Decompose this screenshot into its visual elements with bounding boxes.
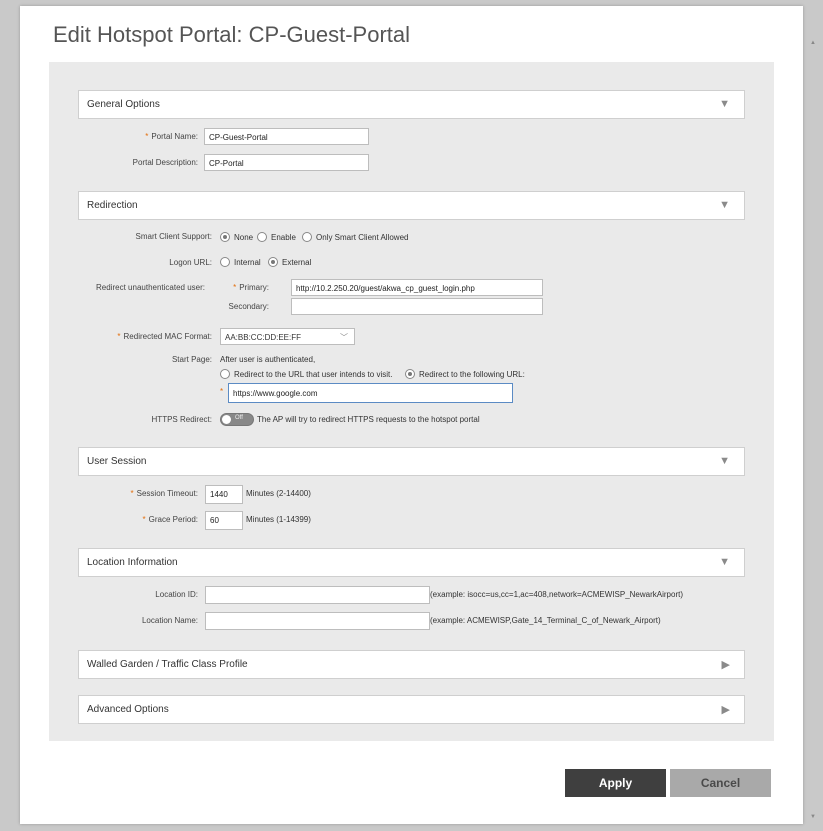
portal-name-input[interactable]: CP-Guest-Portal bbox=[204, 128, 369, 145]
smart-client-support-label: Smart Client Support: bbox=[135, 232, 212, 241]
primary-label: * Primary: bbox=[233, 283, 269, 292]
collapse-arrow-icon[interactable]: ▼ bbox=[719, 98, 730, 110]
section-label: Walled Garden / Traffic Class Profile bbox=[87, 659, 248, 670]
location-id-input[interactable] bbox=[205, 586, 430, 604]
smart-client-enable-radio[interactable] bbox=[257, 232, 267, 242]
dialog-title: Edit Hotspot Portal: CP-Guest-Portal bbox=[53, 22, 411, 47]
location-name-example: (example: ACMEWISP,Gate_14_Terminal_C_of… bbox=[430, 616, 661, 625]
collapse-arrow-icon[interactable]: ▼ bbox=[719, 455, 730, 467]
page-scrollbar[interactable]: ▲ ▼ bbox=[810, 40, 818, 820]
portal-description-label: Portal Description: bbox=[132, 158, 198, 167]
logon-url-internal-radio[interactable] bbox=[220, 257, 230, 267]
start-page-label: Start Page: bbox=[171, 355, 212, 364]
section-redirection[interactable]: Redirection ▼ bbox=[78, 191, 745, 220]
collapse-arrow-icon[interactable]: ▼ bbox=[719, 199, 730, 211]
toggle-knob bbox=[222, 415, 231, 424]
section-user-session[interactable]: User Session ▼ bbox=[78, 447, 745, 476]
apply-button[interactable]: Apply bbox=[565, 769, 666, 797]
scroll-up-icon[interactable]: ▲ bbox=[810, 40, 816, 46]
smart-client-only-label: Only Smart Client Allowed bbox=[316, 233, 409, 242]
collapse-arrow-icon[interactable]: ▼ bbox=[719, 556, 730, 568]
location-id-label: Location ID: bbox=[155, 590, 198, 599]
logon-url-internal-label: Internal bbox=[234, 258, 261, 267]
section-label: Location Information bbox=[87, 557, 178, 568]
primary-label-text: Primary: bbox=[239, 283, 269, 292]
portal-name-label: * Portal Name: bbox=[145, 132, 198, 141]
logon-url-external-radio[interactable] bbox=[268, 257, 278, 267]
expand-arrow-icon[interactable]: ▶ bbox=[722, 658, 730, 671]
start-page-following-url-label: Redirect to the following URL: bbox=[419, 370, 525, 379]
redirect-unauthenticated-label: Redirect unauthenticated user: bbox=[96, 283, 205, 292]
start-page-following-url-radio[interactable] bbox=[405, 369, 415, 379]
expand-arrow-icon[interactable]: ▶ bbox=[722, 703, 730, 716]
mac-format-select[interactable]: AA:BB:CC:DD:EE:FF ﹀ bbox=[220, 328, 355, 345]
https-redirect-toggle[interactable]: Off bbox=[220, 413, 254, 426]
grace-period-label-text: Grace Period: bbox=[148, 515, 198, 524]
cancel-button[interactable]: Cancel bbox=[670, 769, 771, 797]
chevron-down-icon: ﹀ bbox=[340, 333, 348, 342]
start-page-note: After user is authenticated, bbox=[220, 355, 316, 364]
scroll-down-icon[interactable]: ▼ bbox=[810, 814, 816, 820]
logon-url-label: Logon URL: bbox=[169, 258, 212, 267]
secondary-url-input[interactable] bbox=[291, 298, 543, 315]
grace-period-label: * Grace Period: bbox=[143, 515, 198, 524]
mac-format-label-text: Redirected MAC Format: bbox=[123, 332, 212, 341]
https-redirect-label: HTTPS Redirect: bbox=[151, 415, 212, 424]
session-timeout-hint: Minutes (2-14400) bbox=[246, 489, 311, 498]
logon-url-external-label: External bbox=[282, 258, 312, 267]
edit-hotspot-portal-dialog: Edit Hotspot Portal: CP-Guest-Portal Gen… bbox=[20, 6, 803, 824]
required-mark: * bbox=[233, 283, 237, 292]
https-redirect-description: The AP will try to redirect HTTPS reques… bbox=[257, 415, 480, 424]
location-id-example: (example: isocc=us,cc=1,ac=408,network=A… bbox=[430, 590, 683, 599]
section-label: User Session bbox=[87, 456, 147, 467]
start-page-url-input[interactable]: https://www.google.com bbox=[228, 383, 513, 403]
grace-period-hint: Minutes (1-14399) bbox=[246, 515, 311, 524]
start-page-intended-url-label: Redirect to the URL that user intends to… bbox=[234, 370, 393, 379]
smart-client-only-radio[interactable] bbox=[302, 232, 312, 242]
required-mark-text: * bbox=[220, 387, 224, 396]
session-timeout-input[interactable]: 1440 bbox=[205, 485, 243, 504]
primary-url-input[interactable]: http://10.2.250.20/guest/akwa_cp_guest_l… bbox=[291, 279, 543, 296]
required-mark: * bbox=[142, 515, 146, 524]
start-page-intended-url-radio[interactable] bbox=[220, 369, 230, 379]
session-timeout-label: * Session Timeout: bbox=[131, 489, 199, 498]
required-mark: * bbox=[130, 489, 134, 498]
session-timeout-label-text: Session Timeout: bbox=[136, 489, 198, 498]
grace-period-input[interactable]: 60 bbox=[205, 511, 243, 530]
smart-client-enable-label: Enable bbox=[271, 233, 296, 242]
smart-client-none-label: None bbox=[234, 233, 254, 242]
mac-format-value: AA:BB:CC:DD:EE:FF bbox=[225, 333, 302, 342]
section-advanced-options[interactable]: Advanced Options ▶ bbox=[78, 695, 745, 724]
section-general-options[interactable]: General Options ▼ bbox=[78, 90, 745, 119]
section-label: Redirection bbox=[87, 200, 138, 211]
smart-client-none-radio[interactable] bbox=[220, 232, 230, 242]
location-name-input[interactable] bbox=[205, 612, 430, 630]
form-panel: General Options ▼ * Portal Name: CP-Guest… bbox=[49, 62, 774, 741]
secondary-label: Secondary: bbox=[228, 302, 269, 311]
required-mark: * bbox=[117, 332, 121, 341]
toggle-state: Off bbox=[235, 415, 243, 421]
mac-format-label: * Redirected MAC Format: bbox=[117, 332, 212, 341]
portal-name-label-text: Portal Name: bbox=[151, 132, 198, 141]
location-name-label: Location Name: bbox=[141, 616, 198, 625]
section-location-information[interactable]: Location Information ▼ bbox=[78, 548, 745, 577]
section-label: General Options bbox=[87, 99, 160, 110]
portal-description-input[interactable]: CP-Portal bbox=[204, 154, 369, 171]
section-label: Advanced Options bbox=[87, 704, 169, 715]
required-mark: * bbox=[220, 387, 226, 396]
required-mark: * bbox=[145, 132, 149, 141]
section-walled-garden[interactable]: Walled Garden / Traffic Class Profile ▶ bbox=[78, 650, 745, 679]
